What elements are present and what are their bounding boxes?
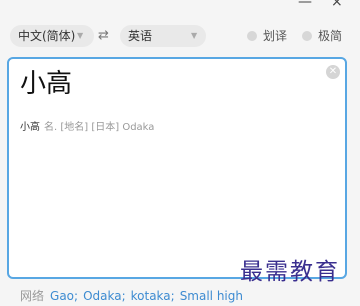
minimize-button[interactable]: — [298, 0, 312, 9]
clear-circle-icon[interactable]: ✕ [326, 65, 340, 79]
chevron-down-icon: ▼ [191, 31, 198, 40]
web-link-gao[interactable]: Gao [50, 289, 74, 303]
title-bar: — × [0, 0, 360, 18]
toggle-jijian[interactable]: 极简 [302, 25, 342, 47]
source-language-select[interactable]: 中文(简体) ▼ [10, 25, 94, 47]
toggle-dot-icon [247, 31, 257, 41]
separator: ; [121, 289, 126, 303]
language-bar: 中文(简体) ▼ ⇄ 英语 ▼ 划译 极简 [0, 22, 360, 50]
separator: ; [74, 289, 79, 303]
target-language-label: 英语 [128, 29, 153, 43]
result-definition: 名. [地名] [日本] Odaka [44, 122, 155, 133]
query-input-text[interactable]: 小高 [20, 67, 72, 101]
web-label: 网络 [20, 289, 45, 303]
chevron-down-icon: ▼ [77, 31, 84, 40]
web-link-small-high[interactable]: Small high [180, 289, 243, 303]
swap-arrows-icon[interactable]: ⇄ [98, 28, 109, 44]
result-word: 小高 [20, 122, 40, 133]
toggle-huayi[interactable]: 划译 [247, 25, 287, 47]
web-link-odaka[interactable]: Odaka [83, 289, 122, 303]
toggle-jijian-label: 极简 [318, 29, 343, 43]
close-button[interactable]: × [331, 0, 343, 9]
separator: ; [170, 289, 175, 303]
source-language-label: 中文(简体) [18, 29, 76, 43]
watermark-logo: 最需教育 [240, 259, 340, 285]
web-translations: 网络 Gao; Odaka; kotaka; Small high [20, 288, 243, 304]
web-link-kotaka[interactable]: kotaka [131, 289, 171, 303]
query-input-box[interactable]: 小高 ✕ 小高 名. [地名] [日本] Odaka [7, 57, 347, 279]
target-language-select[interactable]: 英语 ▼ [120, 25, 206, 47]
toggle-huayi-label: 划译 [263, 29, 288, 43]
dictionary-result: 小高 名. [地名] [日本] Odaka [20, 121, 154, 135]
toggle-dot-icon [302, 31, 312, 41]
